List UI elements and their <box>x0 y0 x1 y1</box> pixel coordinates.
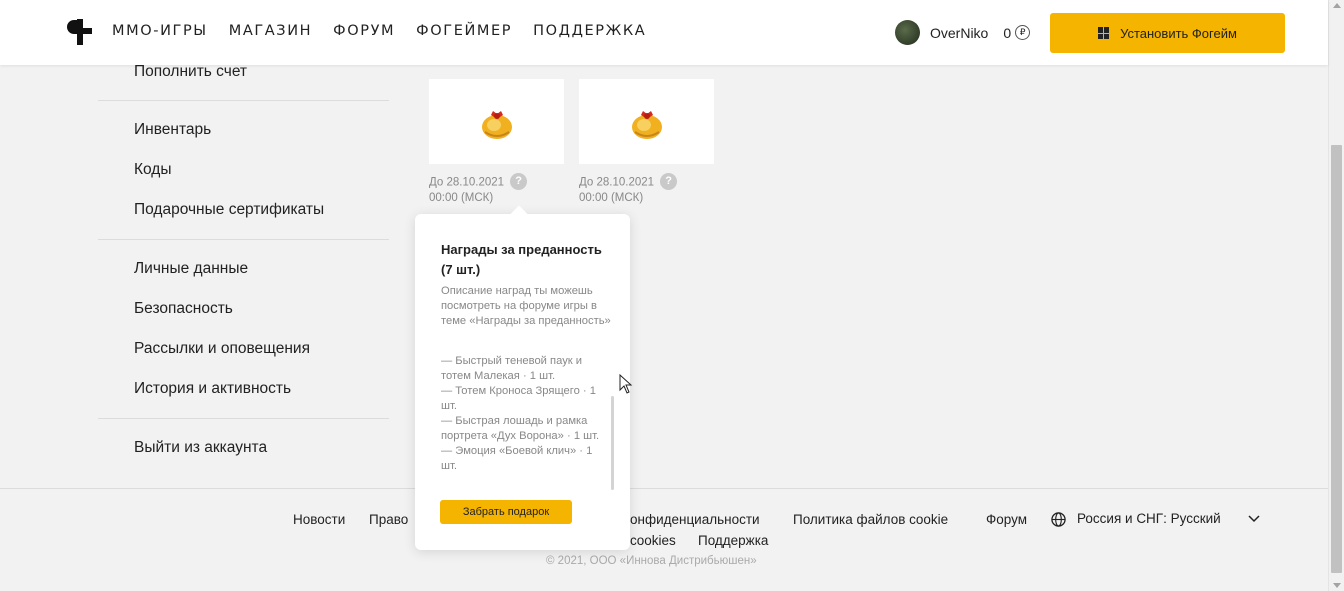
scrollbar-thumb[interactable] <box>1331 145 1342 573</box>
scroll-up-arrow-icon[interactable] <box>1333 3 1341 8</box>
footer-divider <box>0 488 1328 489</box>
main-nav: ММО-ИГРЫ МАГАЗИН ФОРУМ ФОГЕЙМЕР ПОДДЕРЖК… <box>112 23 667 39</box>
install-button-label: Установить Фогейм <box>1120 25 1237 41</box>
page-scrollbar[interactable] <box>1328 0 1344 591</box>
nav-fogamer[interactable]: ФОГЕЙМЕР <box>416 23 512 39</box>
footer-link-news[interactable]: Новости <box>293 512 345 527</box>
reward-expiry-date: До 28.10.2021 <box>579 176 655 189</box>
sidebar-item-top-up[interactable]: Пополнить счет <box>134 63 247 81</box>
sidebar-item-logout[interactable]: Выйти из аккаунта <box>134 439 267 457</box>
sidebar-item-inventory[interactable]: Инвентарь <box>134 121 211 139</box>
popup-title: Награды за преданность (7 шт.) <box>441 242 602 277</box>
globe-icon <box>1051 512 1066 527</box>
nav-mmo-games[interactable]: ММО-ИГРЫ <box>112 23 208 39</box>
footer-link-privacy[interactable]: онфиденциальности <box>630 512 760 527</box>
reward-card[interactable] <box>429 79 564 164</box>
list-item: — Тотем Кроноса Зрящего · 1 шт. <box>441 385 596 412</box>
sidebar-item-mailings[interactable]: Рассылки и оповещения <box>134 340 310 358</box>
copyright: © 2021, ООО «Иннова Дистрибьюшен» <box>546 555 757 567</box>
reward-expiry-time: 00:00 (МСК) <box>579 192 644 204</box>
popup-reward-list[interactable]: — Быстрый теневой паук и тотем Малекая ·… <box>441 354 606 474</box>
nav-support[interactable]: ПОДДЕРЖКА <box>533 23 646 39</box>
balance-value: 0 <box>1003 24 1012 41</box>
footer-link-support[interactable]: Поддержка <box>698 533 768 548</box>
reward-card[interactable] <box>579 79 714 164</box>
help-icon[interactable]: ? <box>510 173 528 190</box>
reward-expiry: До 28.10.2021? 00:00 (МСК) <box>579 173 678 206</box>
sidebar-item-history[interactable]: История и активность <box>134 380 291 398</box>
user-info[interactable]: OverNiko 0 ₽ <box>895 20 1031 45</box>
list-item: — Быстрый теневой паук и тотем Малекая ·… <box>441 355 583 382</box>
scroll-down-arrow-icon[interactable] <box>1333 583 1341 588</box>
footer-link-cookie-policy[interactable]: Политика файлов cookie <box>793 512 948 527</box>
mouse-cursor-icon <box>619 374 633 394</box>
reward-expiry-time: 00:00 (МСК) <box>429 192 494 204</box>
list-item: — Быстрая лошадь и рамка портрета «Дух В… <box>441 415 600 442</box>
nav-shop[interactable]: МАГАЗИН <box>229 23 312 39</box>
nav-forum[interactable]: ФОРУМ <box>333 23 395 39</box>
reward-expiry: До 28.10.2021? 00:00 (МСК) <box>429 173 528 206</box>
site-header: ММО-ИГРЫ МАГАЗИН ФОРУМ ФОГЕЙМЕР ПОДДЕРЖК… <box>0 0 1328 65</box>
gift-bag-icon <box>631 110 662 139</box>
help-icon[interactable]: ? <box>660 173 678 190</box>
balance[interactable]: 0 ₽ <box>1003 24 1031 41</box>
sidebar-item-security[interactable]: Безопасность <box>134 300 233 318</box>
sidebar-divider <box>98 239 389 240</box>
sidebar-divider <box>98 100 389 101</box>
region-selector[interactable]: Россия и СНГ: Русский <box>1077 511 1221 526</box>
reward-popup: Награды за преданность (7 шт.) Описание … <box>415 205 630 550</box>
popup-description: Описание наград ты можешь посмотреть на … <box>441 285 611 327</box>
gift-bag-icon <box>481 110 512 139</box>
popup-arrow <box>510 205 528 223</box>
sidebar-item-personal-data[interactable]: Личные данные <box>134 260 248 278</box>
chevron-down-icon[interactable] <box>1248 514 1260 524</box>
sidebar-divider <box>98 418 389 419</box>
popup-scrollbar[interactable] <box>611 396 614 490</box>
footer-link-cookies[interactable]: cookies <box>630 533 676 548</box>
sidebar-item-codes[interactable]: Коды <box>134 161 172 179</box>
reward-expiry-date: До 28.10.2021 <box>429 176 505 189</box>
install-button[interactable]: Установить Фогейм <box>1050 13 1285 53</box>
ruble-icon: ₽ <box>1015 25 1031 40</box>
footer-link-forum[interactable]: Форум <box>986 512 1027 527</box>
username[interactable]: OverNiko <box>930 25 988 41</box>
claim-gift-button[interactable]: Забрать подарок <box>440 500 572 524</box>
avatar[interactable] <box>895 20 920 45</box>
fogame-logo-icon[interactable] <box>66 18 94 46</box>
list-item: — Эмоция «Боевой клич» · 1 шт. <box>441 445 593 472</box>
footer-link-rights[interactable]: Право <box>369 512 408 527</box>
windows-icon <box>1098 27 1110 39</box>
sidebar-item-gift-certificates[interactable]: Подарочные сертификаты <box>134 201 324 219</box>
